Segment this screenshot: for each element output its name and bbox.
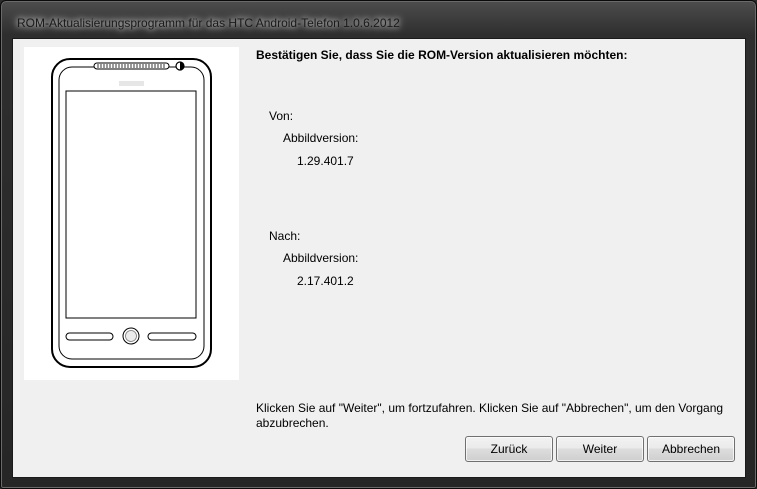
instructions-text: Klicken Sie auf "Weiter", um fortzufahre…	[256, 401, 724, 430]
title-bar[interactable]: ROM-Aktualisierungsprogramm für das HTC …	[1, 1, 756, 35]
next-button[interactable]: Weiter	[556, 436, 644, 462]
updater-window: ROM-Aktualisierungsprogramm für das HTC …	[0, 0, 757, 489]
window-title: ROM-Aktualisierungsprogramm für das HTC …	[17, 16, 400, 30]
cancel-button[interactable]: Abbrechen	[647, 436, 735, 462]
phone-illustration-panel	[24, 47, 239, 380]
confirm-heading: Bestätigen Sie, dass Sie die ROM-Version…	[256, 48, 628, 62]
to-version-value: 2.17.401.2	[297, 274, 354, 288]
back-button[interactable]: Zurück	[465, 436, 553, 462]
dialog-content: Bestätigen Sie, dass Sie die ROM-Version…	[12, 38, 746, 478]
phone-illustration-icon	[51, 58, 212, 368]
from-version-value: 1.29.401.7	[297, 154, 354, 168]
from-label: Von:	[269, 109, 294, 123]
to-image-version-label: Abbildversion:	[283, 251, 359, 265]
from-image-version-label: Abbildversion:	[283, 131, 359, 145]
to-label: Nach:	[269, 229, 301, 243]
